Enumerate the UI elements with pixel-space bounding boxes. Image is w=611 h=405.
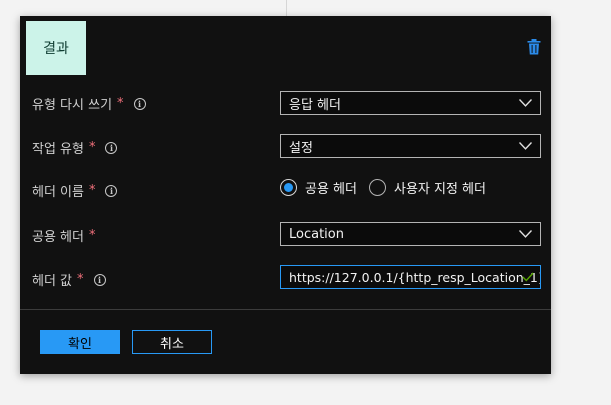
rewrite-result-panel: 결과 유형 다시 쓰기 * i 응답 헤더 작업 유형 * i 설정 헤더 이름… — [20, 16, 551, 374]
footer-divider — [20, 309, 551, 310]
action-type-label-row: 작업 유형 * i — [32, 138, 118, 157]
header-value-label-row: 헤더 값 * i — [32, 270, 106, 289]
common-header-label: 공용 헤더 — [32, 230, 84, 245]
rewrite-type-label: 유형 다시 쓰기 — [32, 98, 113, 113]
rewrite-type-value: 응답 헤더 — [289, 97, 341, 113]
common-header-label-row: 공용 헤더 * — [32, 226, 95, 245]
required-marker: * — [88, 140, 96, 155]
action-type-value: 설정 — [289, 140, 313, 156]
checkmark-icon — [522, 272, 534, 282]
radio-common-header[interactable]: 공용 헤더 — [280, 178, 357, 197]
common-header-value: Location — [289, 226, 344, 242]
action-type-label: 작업 유형 — [32, 142, 84, 157]
action-type-select[interactable]: 설정 — [280, 134, 541, 158]
header-name-label-row: 헤더 이름 * i — [32, 181, 118, 200]
rewrite-type-label-row: 유형 다시 쓰기 * i — [32, 94, 146, 113]
required-marker: * — [77, 272, 84, 287]
result-badge: 결과 — [26, 21, 86, 75]
result-badge-label: 결과 — [43, 41, 69, 57]
required-marker: * — [88, 183, 96, 198]
cancel-button[interactable]: 취소 — [132, 330, 212, 354]
required-marker: * — [88, 228, 96, 243]
radio-custom-header[interactable]: 사용자 지정 헤더 — [368, 178, 486, 197]
header-value-input[interactable]: https://127.0.0.1/{http_resp_Location_1} — [280, 265, 541, 289]
header-value-label: 헤더 값 — [32, 274, 73, 289]
confirm-button[interactable]: 확인 — [40, 330, 120, 354]
trash-icon[interactable] — [527, 39, 541, 55]
radio-selected-icon — [280, 178, 297, 196]
radio-custom-header-label: 사용자 지정 헤더 — [393, 181, 486, 197]
required-marker: * — [117, 96, 124, 111]
chevron-down-icon — [519, 230, 532, 238]
header-name-radio-group: 공용 헤더 사용자 지정 헤더 — [280, 177, 486, 197]
radio-unselected-icon — [368, 178, 386, 196]
info-icon[interactable]: i — [105, 141, 118, 154]
rewrite-type-select[interactable]: 응답 헤더 — [280, 91, 541, 115]
radio-common-header-label: 공용 헤더 — [305, 181, 357, 197]
chevron-down-icon — [519, 142, 532, 150]
header-value-text: https://127.0.0.1/{http_resp_Location_1} — [289, 269, 541, 285]
info-icon[interactable]: i — [93, 273, 106, 286]
background-divider — [286, 0, 287, 16]
info-icon[interactable]: i — [105, 184, 118, 197]
header-name-label: 헤더 이름 — [32, 185, 84, 200]
chevron-down-icon — [519, 99, 532, 107]
info-icon[interactable]: i — [133, 97, 146, 110]
common-header-select[interactable]: Location — [280, 222, 541, 246]
